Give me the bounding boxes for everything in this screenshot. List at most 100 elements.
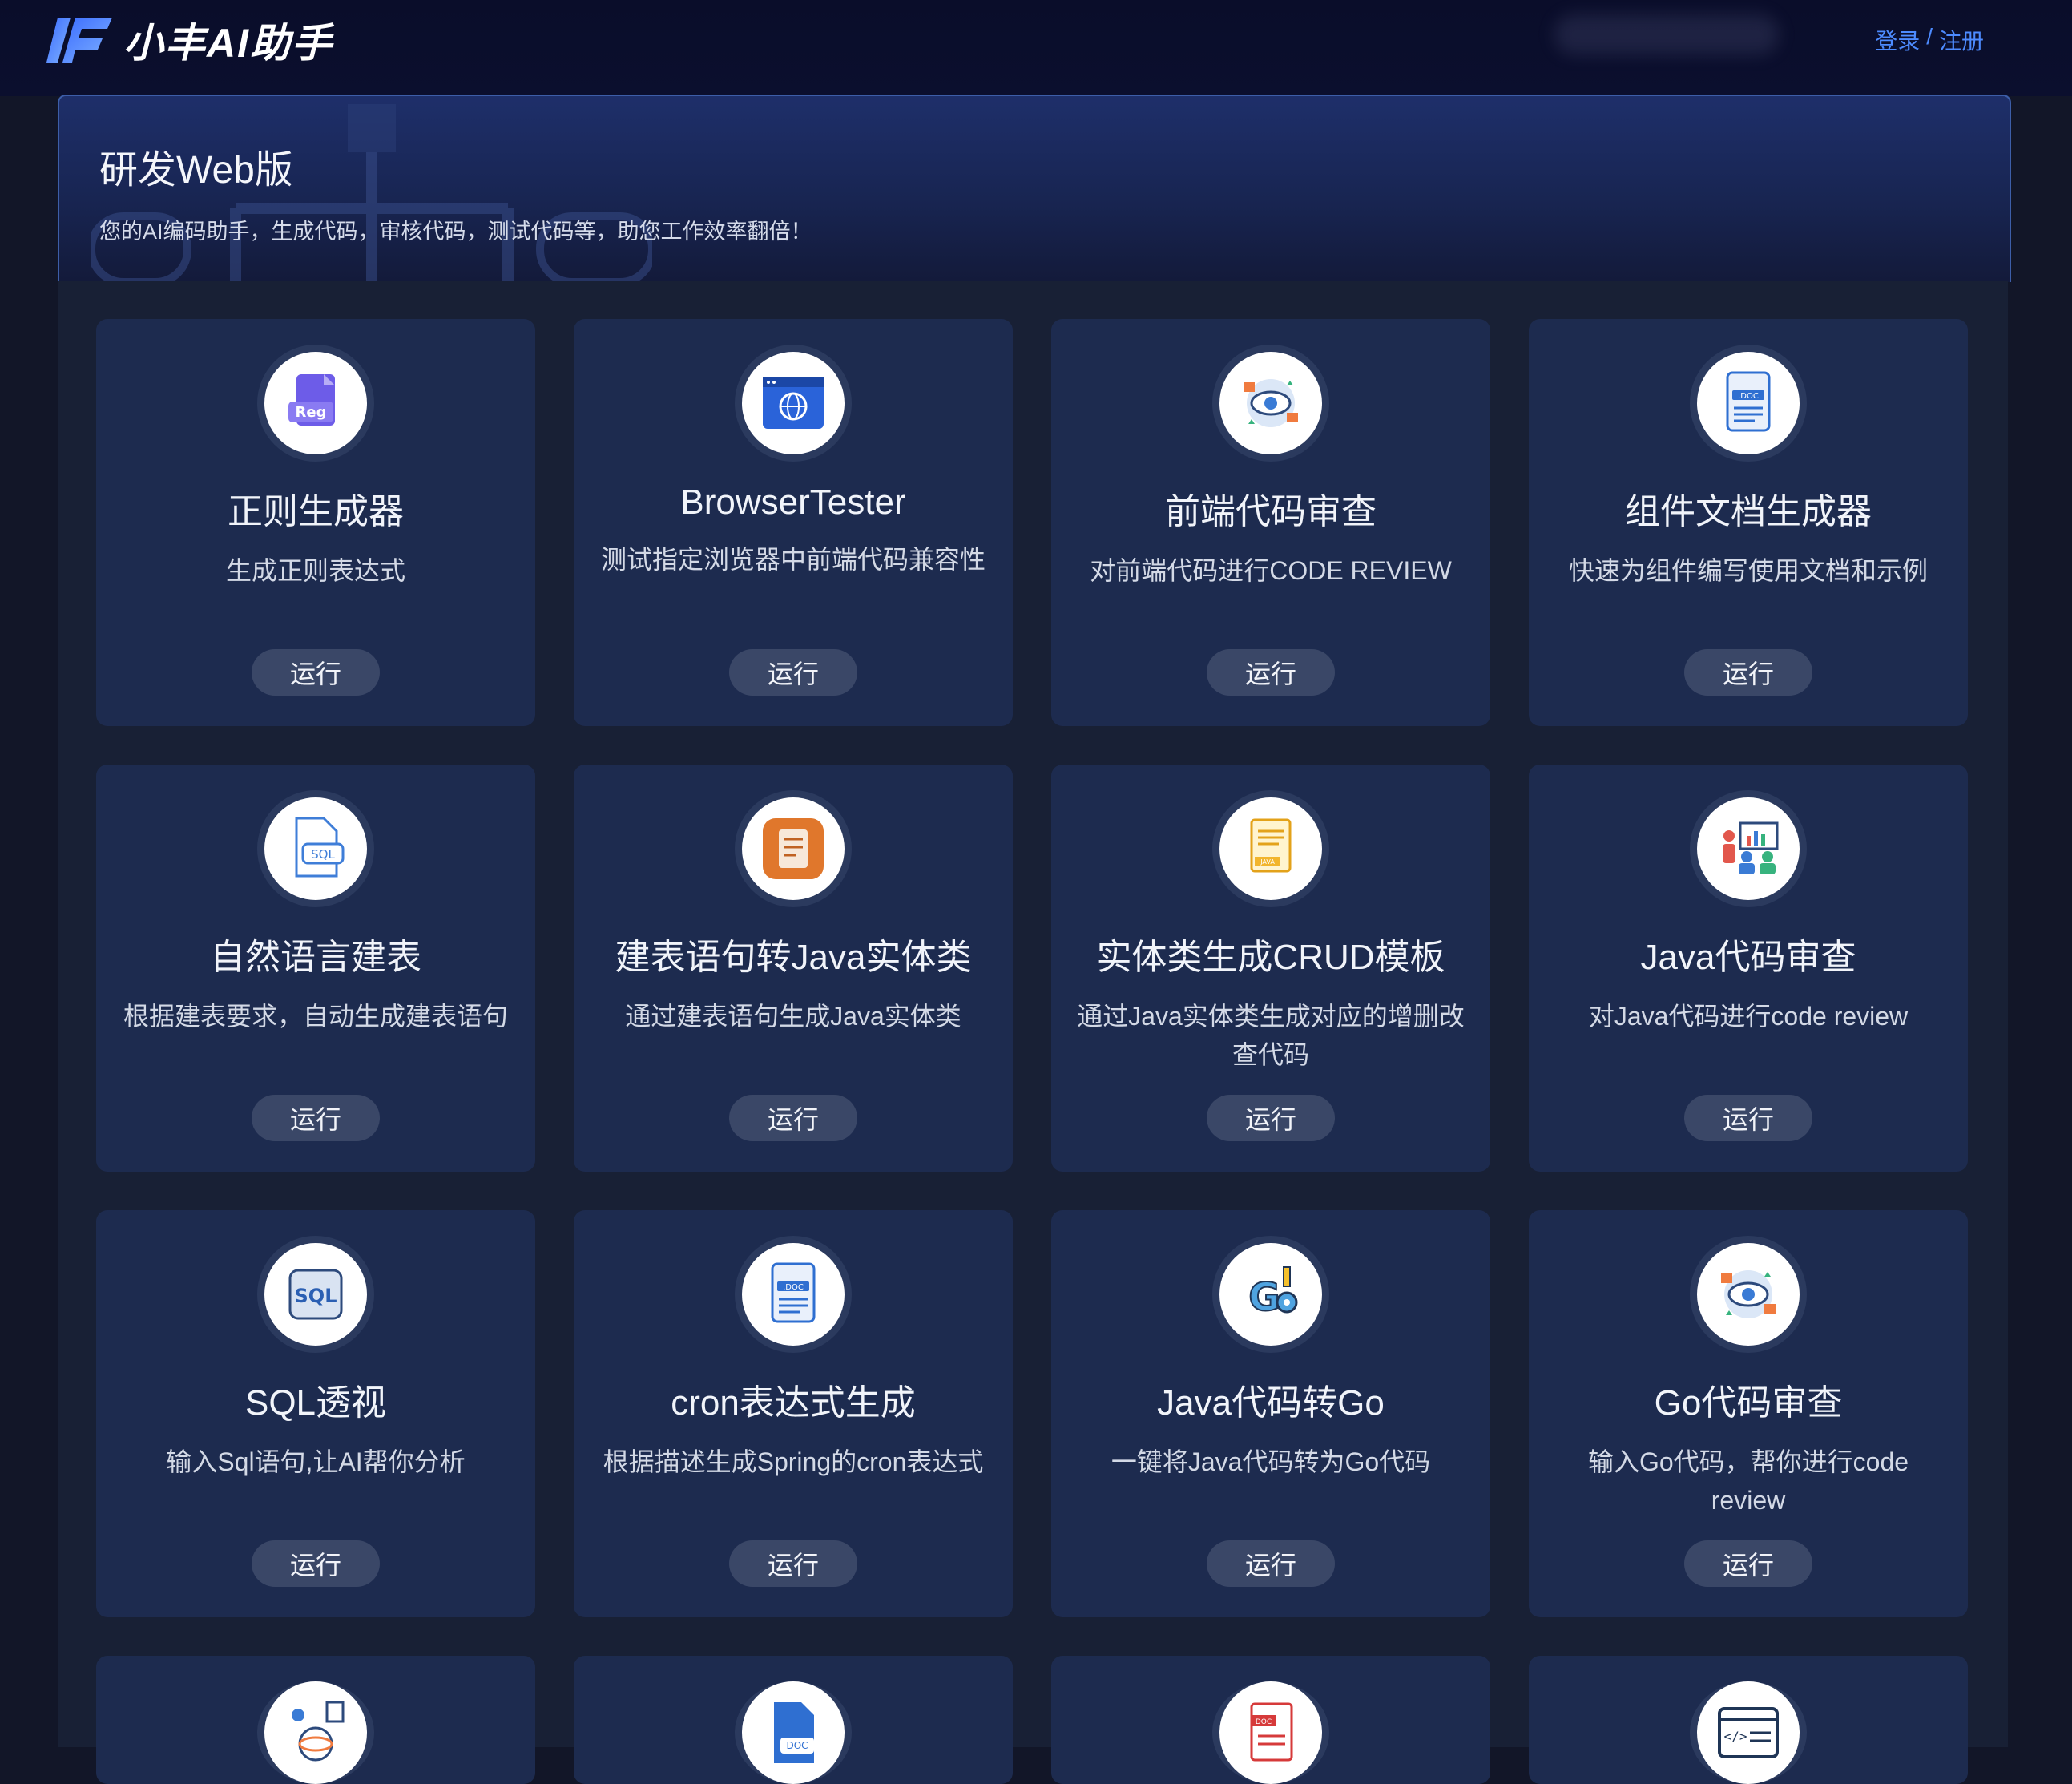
run-button[interactable]: 运行 <box>252 649 380 696</box>
tool-description: 快速为组件编写使用文档和示例 <box>1568 556 1928 585</box>
svg-text:DOC: DOC <box>786 1740 808 1751</box>
page-subtitle: 您的AI编码助手，生成代码，审核代码，测试代码等，助您工作效率翻倍！ <box>99 220 812 244</box>
tool-description: 根据建表要求，自动生成建表语句 <box>123 1002 508 1031</box>
tool-description: 通过建表语句生成Java实体类 <box>625 1002 961 1031</box>
tool-icon-ring: G <box>1212 1236 1329 1353</box>
tool-icon-ring: </> <box>1690 1681 1807 1784</box>
tool-description: 对Java代码进行code review <box>1588 1002 1909 1031</box>
tool-card[interactable]: Java代码审查 对Java代码进行code review 运行 <box>1529 765 1968 1172</box>
tool-title: Java代码转Go <box>1157 1383 1385 1423</box>
tool-icon-ring: SQL <box>257 1236 374 1353</box>
run-button[interactable]: 运行 <box>1684 1540 1812 1587</box>
code-window-icon: </> <box>1697 1681 1800 1784</box>
eye-review-icon <box>1697 1243 1800 1346</box>
run-button[interactable]: 运行 <box>252 1095 380 1141</box>
tool-title: cron表达式生成 <box>671 1383 916 1423</box>
tool-icon-ring: Reg <box>257 345 374 462</box>
tool-description: 生成正则表达式 <box>225 556 405 585</box>
tools-panel: Reg 正则生成器 生成正则表达式 运行 BrowserTester 测试指定浏… <box>58 281 2008 1784</box>
run-button[interactable]: 运行 <box>252 1540 380 1587</box>
tool-title: 组件文档生成器 <box>1625 492 1872 531</box>
run-button[interactable]: 运行 <box>729 649 857 696</box>
sql-file-icon-glyph: SQL <box>295 817 345 878</box>
top-bar: 小丰AI助手 登录 / 注册 <box>0 0 2072 96</box>
svg-text:JAVA: JAVA <box>1260 858 1275 866</box>
run-button[interactable]: 运行 <box>1684 649 1812 696</box>
hero-banner: 研发Web版 您的AI编码助手，生成代码，审核代码，测试代码等，助您工作效率翻倍… <box>58 95 2011 282</box>
orange-note-icon-glyph <box>763 818 824 879</box>
sql-file-icon: SQL <box>264 797 367 900</box>
tool-card[interactable]: Go代码审查 输入Go代码，帮你进行code review 运行 <box>1529 1210 1968 1617</box>
tool-card[interactable]: .DOC 组件文档生成器 快速为组件编写使用文档和示例 运行 <box>1529 319 1968 726</box>
atom-review-icon <box>264 1681 367 1784</box>
sql-badge-icon: SQL <box>264 1243 367 1346</box>
svg-text:G: G <box>1248 1275 1280 1320</box>
tools-grid: Reg 正则生成器 生成正则表达式 运行 BrowserTester 测试指定浏… <box>96 319 1968 1784</box>
eye-review-icon <box>1219 352 1322 454</box>
tool-card[interactable]: Reg 正则生成器 生成正则表达式 运行 <box>96 319 535 726</box>
tool-card[interactable]: DOC <box>1051 1656 1490 1784</box>
tool-card[interactable]: SQL SQL透视 输入Sql语句,让AI帮你分析 运行 <box>96 1210 535 1617</box>
tool-title: 实体类生成CRUD模板 <box>1096 938 1445 977</box>
svg-text:SQL: SQL <box>311 847 335 862</box>
tool-icon-ring <box>1690 1236 1807 1353</box>
tool-title: SQL透视 <box>244 1383 387 1423</box>
go-icon: G <box>1219 1243 1322 1346</box>
doc-file-icon: .DOC <box>1697 352 1800 454</box>
code-window-icon-glyph: </> <box>1718 1707 1779 1758</box>
regex-doc-icon: Reg <box>264 352 367 454</box>
doc-file-icon-glyph: .DOC <box>771 1262 816 1323</box>
tool-icon-ring: .DOC <box>1690 345 1807 462</box>
tool-card[interactable]: DOC <box>574 1656 1013 1784</box>
run-button[interactable]: 运行 <box>1207 649 1335 696</box>
tool-card[interactable]: .DOC cron表达式生成 根据描述生成Spring的cron表达式 运行 <box>574 1210 1013 1617</box>
svg-text:</>: </> <box>1724 1729 1747 1744</box>
register-link[interactable]: 注册 <box>1939 24 1984 56</box>
svg-text:.DOC: .DOC <box>1738 392 1759 401</box>
browser-globe-icon <box>742 352 845 454</box>
tool-card[interactable]: SQL 自然语言建表 根据建表要求，自动生成建表语句 运行 <box>96 765 535 1172</box>
tool-title: Java代码审查 <box>1640 938 1856 977</box>
logo-text: 小丰AI助手 <box>123 21 333 66</box>
tool-card[interactable] <box>96 1656 535 1784</box>
tool-icon-ring <box>1690 790 1807 907</box>
go-icon-glyph: G <box>1248 1266 1298 1321</box>
tool-card[interactable]: G Java代码转Go 一键将Java代码转为Go代码 运行 <box>1051 1210 1490 1617</box>
tool-card[interactable]: 建表语句转Java实体类 通过建表语句生成Java实体类 运行 <box>574 765 1013 1172</box>
tool-icon-ring <box>735 790 852 907</box>
doc-file-icon-glyph: .DOC <box>1726 371 1771 432</box>
tool-title: BrowserTester <box>680 482 906 522</box>
login-link[interactable]: 登录 <box>1875 24 1920 56</box>
tool-icon-ring: JAVA <box>1212 790 1329 907</box>
tool-icon-ring: DOC <box>1212 1681 1329 1784</box>
tool-title: 自然语言建表 <box>210 938 421 977</box>
tool-description: 输入Go代码，帮你进行code review <box>1587 1447 1909 1515</box>
sql-badge-icon-glyph: SQL <box>288 1269 343 1320</box>
eye-review-icon-glyph <box>1244 379 1298 427</box>
tool-icon-ring: SQL <box>257 790 374 907</box>
tool-title: 前端代码审查 <box>1165 492 1377 531</box>
run-button[interactable]: 运行 <box>1207 1540 1335 1587</box>
tool-card[interactable]: </> <box>1529 1656 1968 1784</box>
tool-title: 建表语句转Java实体类 <box>615 938 972 977</box>
red-doc-icon-glyph: DOC <box>1250 1702 1293 1762</box>
doc-file-icon: .DOC <box>742 1243 845 1346</box>
tool-card[interactable]: 前端代码审查 对前端代码进行CODE REVIEW 运行 <box>1051 319 1490 726</box>
tool-description: 一键将Java代码转为Go代码 <box>1111 1447 1431 1476</box>
tool-description: 输入Sql语句,让AI帮你分析 <box>166 1447 466 1476</box>
run-button[interactable]: 运行 <box>729 1095 857 1141</box>
tool-icon-ring <box>1212 345 1329 462</box>
eye-review-icon-glyph <box>1721 1270 1776 1318</box>
tool-description: 通过Java实体类生成对应的增删改查代码 <box>1077 1002 1465 1069</box>
tool-card[interactable]: JAVA 实体类生成CRUD模板 通过Java实体类生成对应的增删改查代码 运行 <box>1051 765 1490 1172</box>
svg-text:SQL: SQL <box>295 1285 337 1307</box>
tool-card[interactable]: BrowserTester 测试指定浏览器中前端代码兼容性 运行 <box>574 319 1013 726</box>
svg-text:Reg: Reg <box>296 404 327 421</box>
logo[interactable]: 小丰AI助手 <box>46 11 333 69</box>
team-review-icon-glyph <box>1723 821 1779 874</box>
run-button[interactable]: 运行 <box>729 1540 857 1587</box>
orange-note-icon <box>742 797 845 900</box>
run-button[interactable]: 运行 <box>1684 1095 1812 1141</box>
logo-mark-icon <box>46 18 112 63</box>
run-button[interactable]: 运行 <box>1207 1095 1335 1141</box>
